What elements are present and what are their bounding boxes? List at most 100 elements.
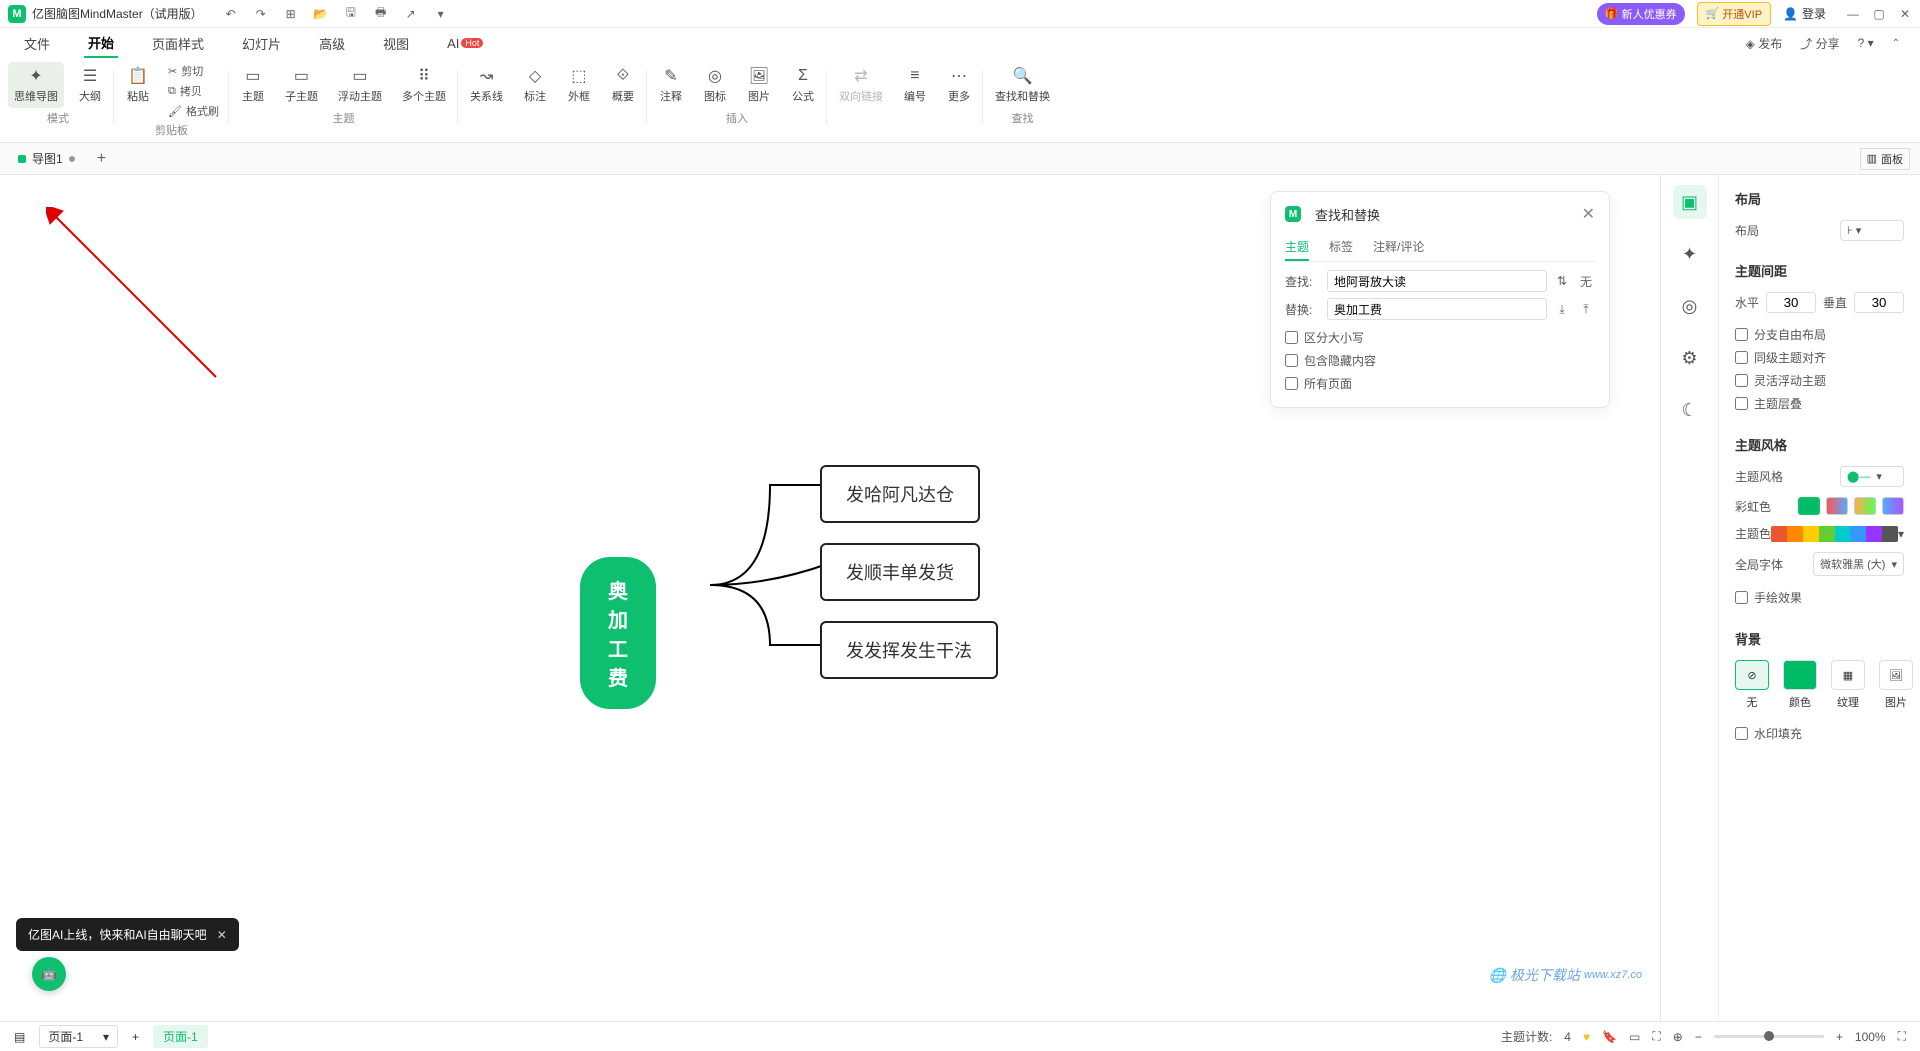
print-icon[interactable]: 🖶 <box>373 3 389 24</box>
chk-handdrawn[interactable]: 手绘效果 <box>1735 586 1904 609</box>
maximize-icon[interactable]: ▢ <box>1872 7 1886 21</box>
menu-pagestyle[interactable]: 页面样式 <box>148 30 208 57</box>
heart-icon[interactable]: ♥ <box>1583 1030 1590 1044</box>
menu-file[interactable]: 文件 <box>20 30 54 57</box>
bookmark-icon[interactable]: 🔖 <box>1602 1030 1617 1044</box>
layout-select[interactable]: ⊦ ▾ <box>1840 220 1904 241</box>
rainbow-swatch-2[interactable] <box>1826 497 1848 515</box>
topic-node-1[interactable]: 发哈阿凡达仓 <box>820 465 980 523</box>
share-button[interactable]: ⤴ 分享 <box>1800 35 1839 52</box>
chk-stack[interactable]: 主题层叠 <box>1735 392 1904 415</box>
bg-color[interactable]: 颜色 <box>1783 660 1817 710</box>
menu-ai[interactable]: AIHot <box>443 32 487 55</box>
presentation-icon[interactable]: ▭ <box>1629 1030 1640 1044</box>
vspace-input[interactable] <box>1854 292 1904 313</box>
page-tab[interactable]: 页面-1 <box>153 1025 208 1048</box>
bg-none[interactable]: ⊘无 <box>1735 660 1769 710</box>
fit-icon[interactable]: ⛶ <box>1652 1029 1660 1044</box>
replace-input[interactable] <box>1327 298 1547 320</box>
export-icon[interactable]: ↗ <box>403 7 419 21</box>
twoway-link-button[interactable]: ⇄双向链接 <box>833 62 889 108</box>
panel-layout-icon[interactable]: ▣ <box>1673 185 1707 219</box>
panel-gear-icon[interactable]: ⚙ <box>1673 341 1707 375</box>
find-none[interactable]: 无 <box>1577 272 1595 290</box>
marker-button[interactable]: ◎图标 <box>697 62 733 108</box>
focus-icon[interactable]: ⊕ <box>1673 1030 1683 1044</box>
color-more-icon[interactable]: ▾ <box>1898 527 1904 541</box>
page-list-icon[interactable]: ▤ <box>14 1030 25 1044</box>
chk-free-layout[interactable]: 分支自由布局 <box>1735 323 1904 346</box>
menu-advanced[interactable]: 高级 <box>315 30 349 57</box>
fullscreen-icon[interactable]: ⛶ <box>1898 1029 1906 1044</box>
menu-view[interactable]: 视图 <box>379 30 413 57</box>
login-button[interactable]: 👤 登录 <box>1783 5 1826 22</box>
zoom-in-icon[interactable]: + <box>1836 1030 1843 1044</box>
formula-button[interactable]: Σ公式 <box>785 62 821 108</box>
add-page-button[interactable]: + <box>132 1030 139 1044</box>
panel-marker-icon[interactable]: ◎ <box>1673 289 1707 323</box>
chk-watermark[interactable]: 水印填充 <box>1735 722 1904 745</box>
undo-icon[interactable]: ↶ <box>223 7 239 21</box>
new-icon[interactable]: ⊞ <box>283 7 299 21</box>
open-icon[interactable]: 📂 <box>313 7 329 21</box>
replace-one-icon[interactable]: ⤓ <box>1553 300 1571 318</box>
chk-float[interactable]: 灵活浮动主题 <box>1735 369 1904 392</box>
find-close-button[interactable]: ✕ <box>1582 204 1595 224</box>
help-icon[interactable]: ? ▾ <box>1858 36 1874 50</box>
find-tab-note[interactable]: 注释/评论 <box>1373 234 1424 261</box>
collapse-ribbon-icon[interactable]: ⌃ <box>1892 38 1900 49</box>
chk-allpages[interactable]: 所有页面 <box>1285 372 1595 395</box>
copy-button[interactable]: ⧉ 拷贝 <box>164 82 223 100</box>
ai-toast-close-icon[interactable]: ✕ <box>217 928 227 942</box>
document-tab[interactable]: 导图1 <box>10 146 83 171</box>
ai-assistant-button[interactable]: 🤖 <box>32 957 66 991</box>
multi-topic-button[interactable]: ⠿多个主题 <box>396 62 452 108</box>
boundary-button[interactable]: ⬚外框 <box>561 62 597 108</box>
mindmap-mode-button[interactable]: ✦思维导图 <box>8 62 64 108</box>
find-replace-button[interactable]: 🔍查找和替换 <box>989 62 1056 108</box>
note-button[interactable]: ✎注释 <box>653 62 689 108</box>
chk-align[interactable]: 同级主题对齐 <box>1735 346 1904 369</box>
minimize-icon[interactable]: — <box>1846 7 1860 21</box>
panel-toggle[interactable]: ▥ 面板 <box>1860 148 1910 170</box>
canvas[interactable]: 奥加工费 发哈阿凡达仓 发顺丰单发货 发发挥发生干法 M 查找和替换 ✕ 主题 … <box>0 175 1660 1021</box>
chk-hidden[interactable]: 包含隐藏内容 <box>1285 349 1595 372</box>
numbering-button[interactable]: ≡编号 <box>897 62 933 108</box>
chk-case[interactable]: 区分大小写 <box>1285 326 1595 349</box>
rainbow-swatch-1[interactable] <box>1798 497 1820 515</box>
menu-slideshow[interactable]: 幻灯片 <box>238 30 285 57</box>
format-brush-button[interactable]: 🖌 格式刷 <box>164 102 223 120</box>
image-button[interactable]: 🖼图片 <box>741 62 777 108</box>
outline-mode-button[interactable]: ☰大纲 <box>72 62 108 108</box>
menu-home[interactable]: 开始 <box>84 29 118 58</box>
zoom-out-icon[interactable]: − <box>1695 1030 1702 1044</box>
topic-button[interactable]: ▭主题 <box>235 62 271 108</box>
style-select[interactable]: ⬤— ▾ <box>1840 466 1904 487</box>
hspace-input[interactable] <box>1766 292 1816 313</box>
add-tab-button[interactable]: + <box>91 150 112 168</box>
font-select[interactable]: 微软雅黑 (大) ▾ <box>1813 552 1904 576</box>
find-tab-topic[interactable]: 主题 <box>1285 234 1309 261</box>
find-next-icon[interactable]: ⇅ <box>1553 272 1571 290</box>
bg-image[interactable]: 🖼图片 <box>1879 660 1913 710</box>
more-button[interactable]: ⋯更多 <box>941 62 977 108</box>
zoom-slider[interactable] <box>1714 1035 1824 1038</box>
redo-icon[interactable]: ↷ <box>253 7 269 21</box>
rainbow-swatch-3[interactable] <box>1854 497 1876 515</box>
central-topic[interactable]: 奥加工费 <box>580 557 656 709</box>
topic-node-3[interactable]: 发发挥发生干法 <box>820 621 998 679</box>
close-window-icon[interactable]: ✕ <box>1898 7 1912 21</box>
new-user-coupon-badge[interactable]: 🎁 新人优惠券 <box>1597 3 1685 25</box>
replace-all-icon[interactable]: ⤒ <box>1577 300 1595 318</box>
bg-texture[interactable]: ▦纹理 <box>1831 660 1865 710</box>
panel-style-icon[interactable]: ✦ <box>1673 237 1707 271</box>
paste-button[interactable]: 📋粘贴 <box>120 62 156 120</box>
relation-button[interactable]: ↝关系线 <box>464 62 509 108</box>
save-icon[interactable]: 🖫 <box>343 3 359 24</box>
rainbow-swatch-4[interactable] <box>1882 497 1904 515</box>
panel-moon-icon[interactable]: ☾ <box>1673 393 1707 427</box>
open-vip-badge[interactable]: 🛒 开通VIP <box>1697 2 1771 26</box>
cut-button[interactable]: ✂ 剪切 <box>164 62 223 80</box>
find-tab-tag[interactable]: 标签 <box>1329 234 1353 261</box>
summary-button[interactable]: ⟐概要 <box>605 62 641 108</box>
